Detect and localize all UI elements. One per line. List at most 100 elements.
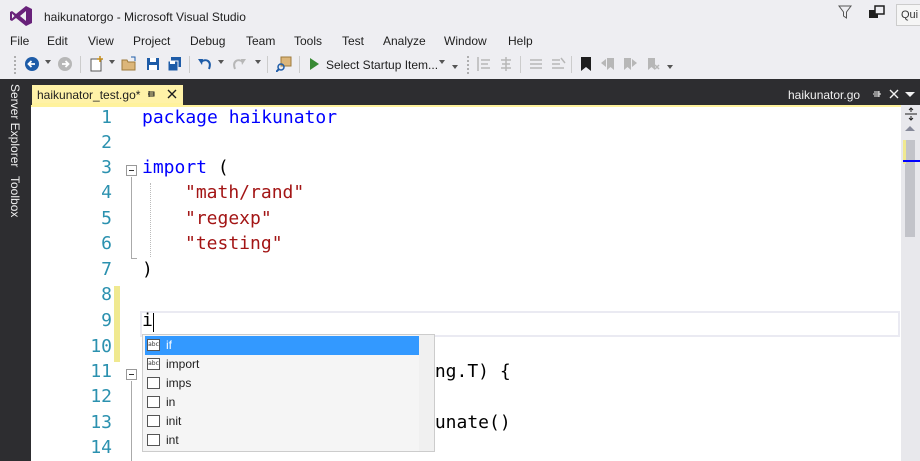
menu-edit[interactable]: Edit <box>47 34 68 48</box>
toolbar-grip[interactable] <box>13 55 17 75</box>
close-icon[interactable] <box>166 88 178 100</box>
scroll-up-icon[interactable] <box>905 126 915 131</box>
align-center-icon[interactable] <box>498 56 514 72</box>
filter-icon[interactable] <box>837 4 853 20</box>
line-number: 12 <box>90 386 112 407</box>
notification-icon[interactable] <box>868 4 886 20</box>
redo-icon[interactable] <box>231 56 247 72</box>
new-dropdown-icon[interactable] <box>109 60 115 64</box>
visual-studio-logo-icon <box>10 6 32 26</box>
menu-test[interactable]: Test <box>342 34 364 48</box>
code-line-3: import ( <box>142 157 229 178</box>
line-number: 11 <box>90 361 112 382</box>
menu-window[interactable]: Window <box>444 34 487 48</box>
text-caret <box>153 313 154 332</box>
undo-icon[interactable] <box>197 56 213 72</box>
scrollbar-thumb[interactable] <box>905 140 915 237</box>
fold-region-line <box>131 177 132 258</box>
snippet-item-icon <box>147 377 160 389</box>
line-number: 13 <box>90 412 112 433</box>
code-line-7: ) <box>142 259 153 280</box>
tab-overflow-icon[interactable] <box>904 88 916 100</box>
clear-bookmarks-icon[interactable] <box>644 56 660 72</box>
next-bookmark-icon[interactable] <box>622 56 638 72</box>
code-line-1: package haikunator <box>142 107 337 128</box>
menu-analyze[interactable]: Analyze <box>383 34 426 48</box>
save-all-icon[interactable] <box>167 56 183 72</box>
line-number: 8 <box>101 284 112 305</box>
toolbar-grip[interactable] <box>466 55 470 75</box>
completion-label: import <box>166 357 200 371</box>
line-number: 14 <box>90 437 112 458</box>
menu-tools[interactable]: Tools <box>294 34 322 48</box>
save-icon[interactable] <box>145 56 161 72</box>
completion-item-if[interactable]: abc if <box>145 336 419 355</box>
code-line-11-tail: ing.T) { <box>424 361 511 382</box>
tab-haikunator[interactable]: haikunator.go <box>788 88 860 102</box>
toolbar-separator <box>189 56 190 73</box>
find-in-files-icon[interactable] <box>276 56 292 72</box>
forward-icon[interactable] <box>57 56 73 72</box>
align-left-icon[interactable] <box>476 56 492 72</box>
completion-list[interactable]: abc if abc import imps in init int <box>142 334 420 452</box>
completion-label: int <box>166 433 179 447</box>
uncomment-lines-icon[interactable] <box>550 56 566 72</box>
completion-item-imps[interactable]: imps <box>145 374 419 393</box>
line-number: 6 <box>101 233 112 254</box>
standard-toolbar: Select Startup Item... <box>0 51 920 79</box>
line-number: 2 <box>101 132 112 153</box>
snippet-item-icon <box>147 396 160 408</box>
scrollbar-caret-marker <box>903 160 920 162</box>
collapse-region-toggle[interactable] <box>126 165 137 176</box>
menu-debug[interactable]: Debug <box>190 34 225 48</box>
menu-team[interactable]: Team <box>246 34 275 48</box>
open-folder-icon[interactable] <box>121 56 137 72</box>
start-debug-icon[interactable] <box>306 56 322 72</box>
quick-launch-input[interactable]: Qui <box>896 4 920 26</box>
completion-label: in <box>166 395 176 409</box>
completion-scrollbar[interactable] <box>419 334 435 452</box>
pin-icon[interactable] <box>145 88 157 100</box>
server-explorer-tab[interactable]: Server Explorer <box>8 84 22 167</box>
completion-item-int[interactable]: int <box>145 431 419 450</box>
menu-help[interactable]: Help <box>508 34 533 48</box>
snippet-item-icon <box>147 415 160 427</box>
code-line-13-tail: kunate() <box>424 412 511 433</box>
new-project-icon[interactable] <box>88 56 104 72</box>
completion-label: init <box>166 414 182 428</box>
line-number: 5 <box>101 208 112 229</box>
completion-item-init[interactable]: init <box>145 412 419 431</box>
back-dropdown-icon[interactable] <box>45 60 51 64</box>
startup-dropdown-icon[interactable] <box>439 60 445 64</box>
menu-view[interactable]: View <box>88 34 114 48</box>
split-window-icon[interactable] <box>904 107 918 121</box>
menu-project[interactable]: Project <box>133 34 170 48</box>
code-line-9: i <box>142 310 153 331</box>
bookmark-icon[interactable] <box>578 56 594 72</box>
menu-file[interactable]: File <box>10 34 29 48</box>
line-number: 3 <box>101 157 112 178</box>
menu-bar: File Edit View Project Debug Team Tools … <box>0 31 920 51</box>
collapse-region-toggle[interactable] <box>126 369 137 380</box>
unsaved-change-marker <box>114 286 120 362</box>
toolbar-overflow-icon[interactable] <box>452 65 458 69</box>
close-icon[interactable] <box>888 88 900 100</box>
previous-bookmark-icon[interactable] <box>600 56 616 72</box>
toolbar-separator <box>267 56 268 73</box>
comment-lines-icon[interactable] <box>528 56 544 72</box>
identifier-token: haikunator <box>217 107 338 128</box>
redo-dropdown-icon[interactable] <box>255 60 261 64</box>
toolbar-separator <box>571 56 572 73</box>
toolbar-overflow-icon[interactable] <box>667 65 673 69</box>
line-number: 1 <box>101 107 112 128</box>
snippet-item-icon <box>147 434 160 446</box>
completion-item-import[interactable]: abc import <box>145 355 419 374</box>
undo-dropdown-icon[interactable] <box>218 60 224 64</box>
tab-haikunator-test[interactable]: haikunator_test.go* <box>32 85 183 105</box>
startup-item-dropdown[interactable]: Select Startup Item... <box>326 58 438 72</box>
toolbox-tab[interactable]: Toolbox <box>8 176 22 217</box>
completion-item-in[interactable]: in <box>145 393 419 412</box>
dock-icon[interactable] <box>871 88 883 100</box>
code-line-6: "testing" <box>185 233 283 254</box>
back-icon[interactable] <box>24 56 40 72</box>
